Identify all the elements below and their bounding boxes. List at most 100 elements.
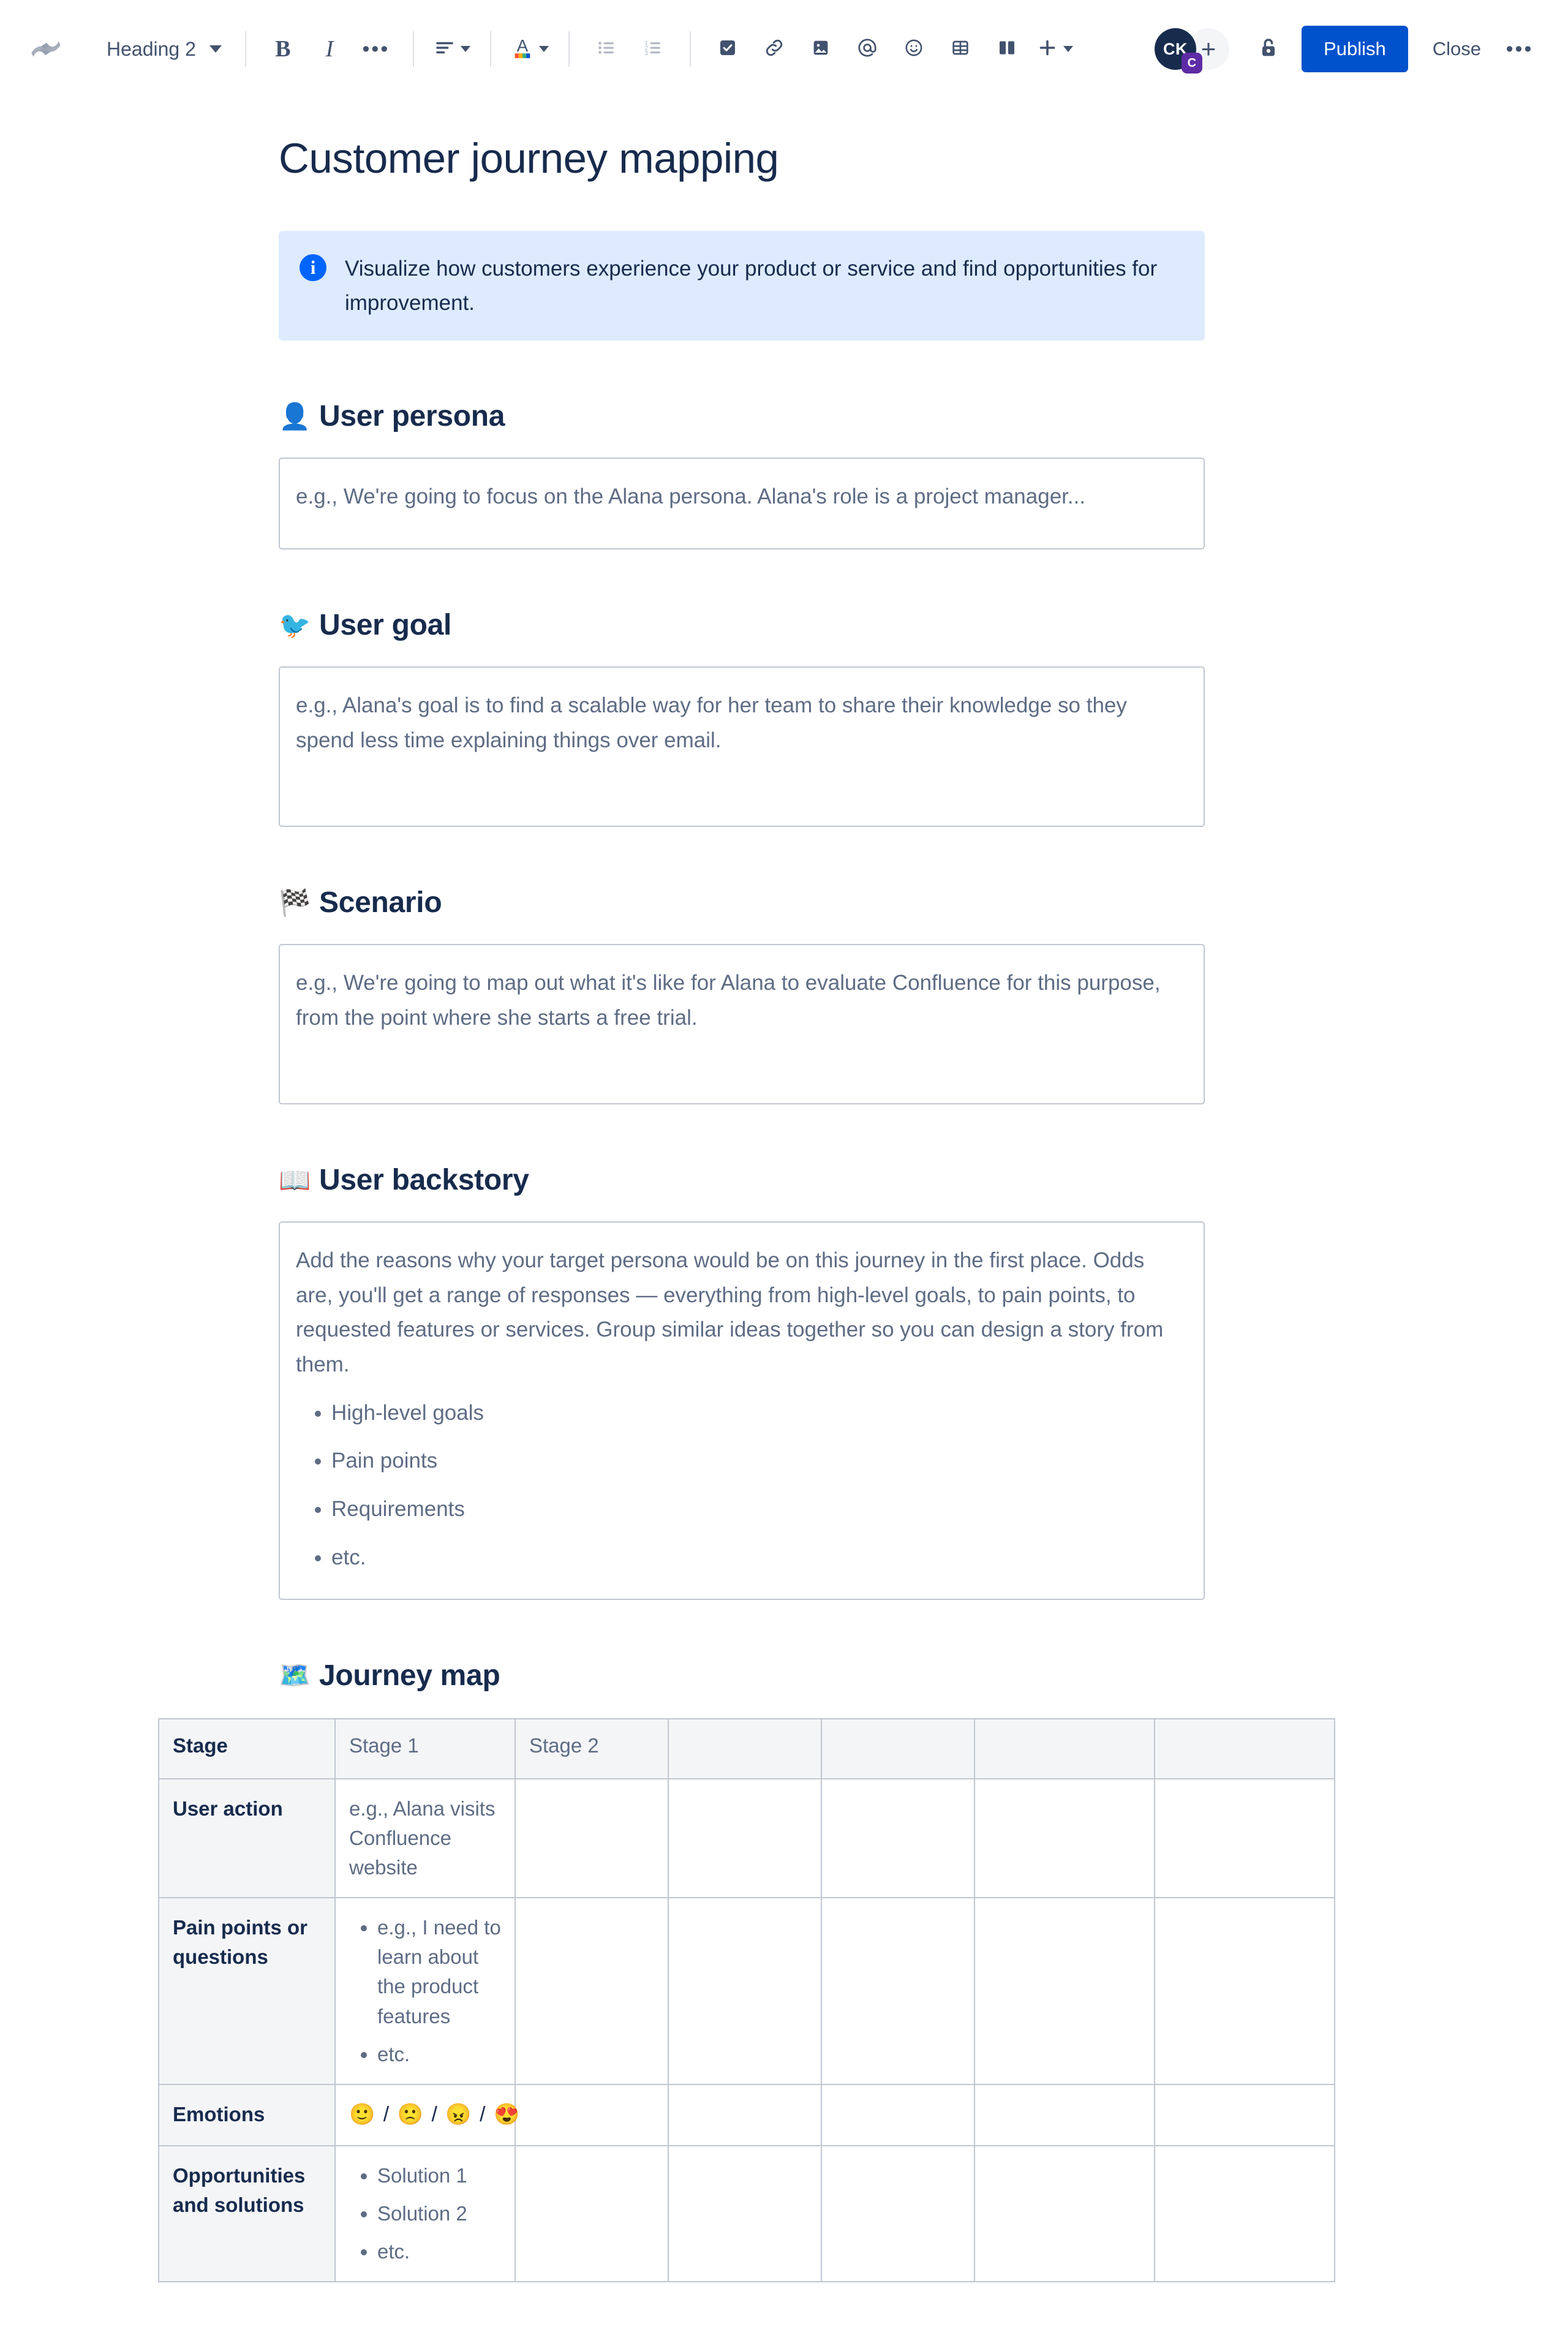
- bust-in-silhouette-emoji: 👤: [279, 401, 311, 431]
- user-backstory-field[interactable]: Add the reasons why your target persona …: [279, 1221, 1205, 1600]
- cell-emotions-4[interactable]: [668, 2083, 822, 2146]
- list-item: High-level goals: [331, 1396, 1183, 1431]
- cell-user-action-stage-2[interactable]: [514, 1778, 669, 1899]
- more-options-button[interactable]: •••: [1498, 26, 1541, 72]
- cell-pain-points-stage-2[interactable]: [514, 1897, 669, 2085]
- section-heading-user-backstory[interactable]: 📖 User backstory: [279, 1163, 1216, 1197]
- text-color-button[interactable]: A: [505, 26, 555, 72]
- list-item: etc.: [331, 1541, 1183, 1575]
- cell-text: e.g., Alana visits Confluence website: [349, 1797, 496, 1879]
- insert-more-button[interactable]: [1030, 26, 1079, 72]
- journey-map-table[interactable]: Stage Stage 1 Stage 2 User action e.g., …: [158, 1718, 1335, 2283]
- more-formatting-button[interactable]: •••: [353, 26, 399, 72]
- row-header-user-action[interactable]: User action: [158, 1778, 336, 1899]
- user-persona-field[interactable]: e.g., We're going to focus on the Alana …: [279, 458, 1205, 549]
- publish-button[interactable]: Publish: [1302, 26, 1408, 72]
- ellipsis-icon: •••: [1506, 37, 1534, 61]
- mention-at-icon: [856, 37, 878, 62]
- table-icon: [951, 38, 970, 61]
- info-icon: i: [300, 254, 326, 282]
- bold-button[interactable]: B: [260, 26, 306, 72]
- cell-emotions-stage-1[interactable]: 🙂 / 🙁 / 😠 / 😍: [334, 2083, 519, 2146]
- column-header-6[interactable]: [974, 1718, 1155, 1779]
- image-icon: [811, 38, 831, 61]
- column-header-stage-1[interactable]: Stage 1: [334, 1718, 516, 1779]
- section-heading-scenario[interactable]: 🏁 Scenario: [279, 886, 1216, 919]
- cell-bullet-list: e.g., I need to learn about the product …: [349, 1913, 501, 2069]
- row-header-emotions[interactable]: Emotions: [158, 2083, 336, 2146]
- text-align-icon: [434, 37, 456, 62]
- scenario-field[interactable]: e.g., We're going to map out what it's l…: [279, 944, 1205, 1104]
- cell-opportunities-5[interactable]: [821, 2145, 975, 2283]
- restrictions-button[interactable]: [1245, 26, 1292, 72]
- task-checkbox-icon: [718, 38, 737, 61]
- column-header-5[interactable]: [821, 1718, 975, 1779]
- cell-emotions-stage-2[interactable]: [514, 2083, 669, 2146]
- cell-bullet-list: Solution 1 Solution 2 etc.: [349, 2161, 501, 2267]
- cell-user-action-6[interactable]: [974, 1778, 1155, 1899]
- confluence-logo-icon[interactable]: [27, 30, 65, 68]
- mention-button[interactable]: [844, 26, 891, 72]
- cell-opportunities-6[interactable]: [974, 2145, 1155, 2283]
- text-align-button[interactable]: [428, 26, 477, 72]
- close-button[interactable]: Close: [1415, 26, 1498, 72]
- table-header: Stage Stage 1 Stage 2: [158, 1718, 1335, 1779]
- cell-opportunities-stage-2[interactable]: [514, 2145, 669, 2283]
- row-header-pain-points[interactable]: Pain points or questions: [158, 1897, 336, 2085]
- layout-columns-icon: [998, 38, 1016, 61]
- list-item: e.g., I need to learn about the product …: [377, 1913, 501, 2031]
- cell-pain-points-6[interactable]: [974, 1897, 1155, 2085]
- list-item: Solution 2: [377, 2199, 501, 2228]
- cell-opportunities-stage-1[interactable]: Solution 1 Solution 2 etc.: [334, 2145, 516, 2283]
- task-button[interactable]: [704, 26, 751, 72]
- layout-button[interactable]: [984, 26, 1030, 72]
- section-heading-user-goal[interactable]: 🐦 User goal: [279, 608, 1216, 642]
- column-header-stage[interactable]: Stage: [158, 1718, 336, 1779]
- page-title[interactable]: Customer journey mapping: [279, 134, 1216, 183]
- open-book-emoji: 📖: [279, 1165, 311, 1194]
- cell-emotions-7[interactable]: [1154, 2083, 1335, 2146]
- image-button[interactable]: [797, 26, 844, 72]
- section-heading-label: User persona: [319, 400, 505, 432]
- align-group: [428, 26, 477, 72]
- italic-button[interactable]: I: [306, 26, 353, 72]
- section-heading-user-persona[interactable]: 👤 User persona: [279, 399, 1216, 433]
- avatar[interactable]: CK C: [1155, 28, 1203, 74]
- emoji-button[interactable]: [891, 26, 937, 72]
- bullet-list-button[interactable]: [583, 26, 630, 72]
- table-row: User action e.g., Alana visits Confluenc…: [158, 1778, 1335, 1899]
- cell-emotions-5[interactable]: [821, 2083, 975, 2146]
- collaborator-avatars: CK C +: [1155, 28, 1230, 74]
- cell-user-action-7[interactable]: [1154, 1778, 1335, 1899]
- cell-opportunities-4[interactable]: [668, 2145, 822, 2283]
- numbered-list-button[interactable]: 1 2 3: [630, 26, 676, 72]
- cell-pain-points-stage-1[interactable]: e.g., I need to learn about the product …: [334, 1897, 516, 2085]
- info-panel-text: Visualize how customers experience your …: [345, 257, 1158, 315]
- column-header-7[interactable]: [1154, 1718, 1335, 1779]
- table-button[interactable]: [937, 26, 984, 72]
- toolbar-divider: [568, 31, 570, 67]
- user-goal-field[interactable]: e.g., Alana's goal is to find a scalable…: [279, 666, 1205, 827]
- table-row: Emotions 🙂 / 🙁 / 😠 / 😍: [158, 2083, 1335, 2146]
- cell-user-action-4[interactable]: [668, 1778, 822, 1899]
- cell-pain-points-4[interactable]: [668, 1897, 822, 2085]
- cell-user-action-stage-1[interactable]: e.g., Alana visits Confluence website: [334, 1778, 516, 1899]
- cell-opportunities-7[interactable]: [1154, 2145, 1335, 2283]
- numbered-list-icon: 1 2 3: [642, 37, 664, 62]
- text-style-select[interactable]: Heading 2: [94, 26, 232, 72]
- journey-map-table-wrap: Stage Stage 1 Stage 2 User action e.g., …: [158, 1718, 1568, 2283]
- column-header-4[interactable]: [668, 1718, 822, 1779]
- cell-emotions-6[interactable]: [974, 2083, 1155, 2146]
- column-header-label: Stage 2: [529, 1733, 599, 1757]
- section-heading-journey-map[interactable]: 🗺️ Journey map: [279, 1659, 1216, 1692]
- chevron-down-icon: [460, 46, 470, 52]
- color-group: A: [505, 26, 555, 72]
- bold-icon: B: [275, 36, 291, 62]
- column-header-stage-2[interactable]: Stage 2: [514, 1718, 669, 1779]
- cell-user-action-5[interactable]: [821, 1778, 975, 1899]
- cell-pain-points-5[interactable]: [821, 1897, 975, 2085]
- link-button[interactable]: [751, 26, 797, 72]
- cell-pain-points-7[interactable]: [1154, 1897, 1335, 2085]
- table-row: Pain points or questions e.g., I need to…: [158, 1897, 1335, 2085]
- row-header-opportunities[interactable]: Opportunities and solutions: [158, 2145, 336, 2283]
